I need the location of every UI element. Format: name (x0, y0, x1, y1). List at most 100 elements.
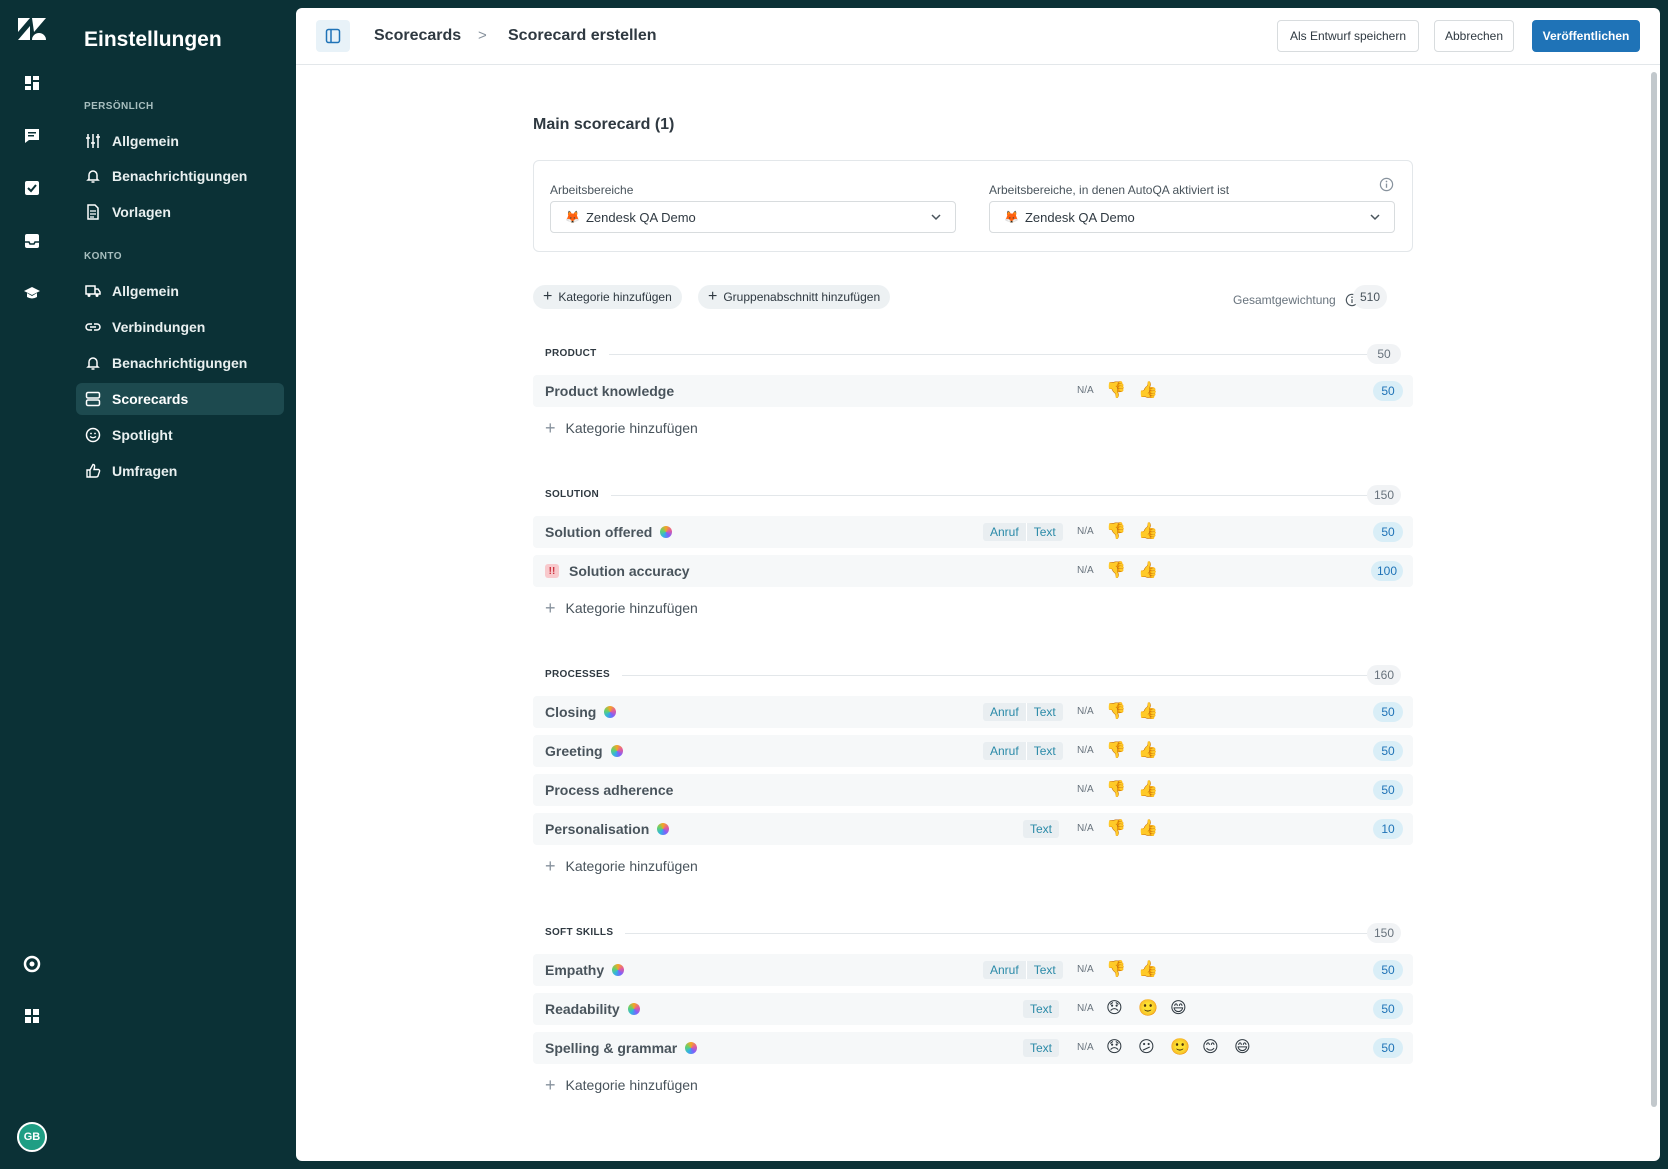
coaching-icon[interactable] (20, 282, 44, 306)
sidebar-item-personal-general[interactable]: Allgemein (76, 125, 284, 157)
happy-face-icon[interactable]: 😄 (1170, 999, 1187, 1017)
category-row[interactable]: Process adherence N/A 👎 👍 50 (533, 774, 1413, 806)
publish-button[interactable]: Veröffentlichen (1532, 20, 1640, 52)
add-category-link[interactable]: + Kategorie hinzufügen (545, 856, 698, 876)
add-category-link[interactable]: + Kategorie hinzufügen (545, 598, 698, 618)
add-category-link[interactable]: + Kategorie hinzufügen (545, 1075, 698, 1095)
autoqa-icon (604, 706, 617, 718)
grin-face-icon[interactable]: 😄 (1234, 1038, 1251, 1056)
category-weight[interactable]: 10 (1373, 819, 1403, 839)
sidebar-item-account-notifications[interactable]: Benachrichtigungen (76, 347, 284, 379)
thumbs-down-icon[interactable]: 👎 (1106, 702, 1126, 720)
na-option[interactable]: N/A (1077, 1003, 1094, 1014)
group-header[interactable]: PRODUCT 50 (533, 344, 1413, 364)
na-option[interactable]: N/A (1077, 706, 1094, 717)
thumbs-down-icon[interactable]: 👎 (1106, 741, 1126, 759)
category-row[interactable]: Empathy Anruf Text N/A 👎 👍 50 (533, 954, 1413, 986)
apps-icon[interactable] (20, 1004, 44, 1028)
category-weight[interactable]: 50 (1373, 780, 1403, 800)
confused-face-icon[interactable]: 😕 (1138, 1038, 1155, 1056)
category-row[interactable]: Closing Anruf Text N/A 👎 👍 50 (533, 696, 1413, 728)
sidebar-item-label: Spotlight (112, 427, 173, 443)
thumbs-down-icon[interactable]: 👎 (1106, 522, 1126, 540)
na-option[interactable]: N/A (1077, 964, 1094, 975)
group-header[interactable]: SOLUTION 150 (533, 485, 1413, 505)
na-option[interactable]: N/A (1077, 823, 1094, 834)
add-category-link[interactable]: + Kategorie hinzufügen (545, 418, 698, 438)
na-option[interactable]: N/A (1077, 745, 1094, 756)
thumbs-up-icon[interactable]: 👍 (1138, 702, 1158, 720)
add-category-button[interactable]: + Kategorie hinzufügen (533, 285, 682, 309)
sidebar-item-spotlight[interactable]: Spotlight (76, 419, 284, 451)
save-draft-button[interactable]: Als Entwurf speichern (1277, 20, 1419, 52)
sidebar-item-scorecards[interactable]: Scorecards (76, 383, 284, 415)
sidebar-item-templates[interactable]: Vorlagen (76, 196, 284, 228)
category-weight[interactable]: 50 (1373, 522, 1403, 542)
category-row[interactable]: Solution offered Anruf Text N/A 👎 👍 50 (533, 516, 1413, 548)
inbox-icon[interactable] (20, 229, 44, 253)
panel-icon (325, 28, 341, 44)
sidebar-toggle-button[interactable] (316, 20, 350, 52)
scrollbar[interactable] (1651, 72, 1657, 1107)
thumbs-up-icon[interactable]: 👍 (1138, 381, 1158, 399)
tag-text: Text (1030, 822, 1053, 836)
sad-face-icon[interactable]: 😞 (1106, 1038, 1123, 1056)
sidebar-item-account-general[interactable]: Allgemein (76, 275, 284, 307)
tag-text: Text (1033, 525, 1056, 539)
na-option[interactable]: N/A (1077, 385, 1094, 396)
conversations-icon[interactable] (20, 124, 44, 148)
category-row[interactable]: Personalisation Text N/A 👎 👍 10 (533, 813, 1413, 845)
info-icon[interactable] (1379, 177, 1394, 197)
thumbs-up-icon[interactable]: 👍 (1138, 780, 1158, 798)
category-weight[interactable]: 50 (1373, 1038, 1403, 1058)
workspaces-select[interactable]: 🦊 Zendesk QA Demo (550, 201, 956, 233)
category-name: Readability (545, 1001, 620, 1017)
thumbs-up-icon[interactable]: 👍 (1138, 522, 1158, 540)
category-row[interactable]: Readability Text N/A 😞 🙂 😄 50 (533, 993, 1413, 1025)
category-weight[interactable]: 50 (1373, 702, 1403, 722)
autoqa-workspaces-select[interactable]: 🦊 Zendesk QA Demo (989, 201, 1395, 233)
sad-face-icon[interactable]: 😞 (1106, 999, 1123, 1017)
scorecard-title[interactable]: Main scorecard (1) (533, 116, 674, 134)
blush-face-icon[interactable]: 😊 (1202, 1038, 1219, 1056)
thumbs-down-icon[interactable]: 👎 (1106, 780, 1126, 798)
avatar[interactable]: GB (17, 1122, 47, 1152)
category-row[interactable]: Product knowledge N/A 👎 👍 50 (533, 375, 1413, 407)
na-option[interactable]: N/A (1077, 565, 1094, 576)
thumbs-down-icon[interactable]: 👎 (1106, 381, 1126, 399)
thumbs-down-icon[interactable]: 👎 (1106, 819, 1126, 837)
breadcrumb-scorecards[interactable]: Scorecards (374, 27, 461, 45)
thumbs-down-icon[interactable]: 👎 (1106, 561, 1126, 579)
na-option[interactable]: N/A (1077, 1042, 1094, 1053)
total-weight-value: 510 (1353, 285, 1387, 309)
thumbs-up-icon[interactable]: 👍 (1138, 819, 1158, 837)
autoqa-icon (627, 1003, 640, 1015)
category-weight[interactable]: 100 (1370, 561, 1403, 581)
category-weight[interactable]: 50 (1373, 999, 1403, 1019)
sidebar-item-connections[interactable]: Verbindungen (76, 311, 284, 343)
na-option[interactable]: N/A (1077, 784, 1094, 795)
na-option[interactable]: N/A (1077, 526, 1094, 537)
dashboard-icon[interactable] (20, 71, 44, 95)
category-row[interactable]: Greeting Anruf Text N/A 👎 👍 50 (533, 735, 1413, 767)
sidebar-item-personal-notifications[interactable]: Benachrichtigungen (76, 160, 284, 192)
category-weight[interactable]: 50 (1373, 960, 1403, 980)
thumbs-up-icon[interactable]: 👍 (1138, 741, 1158, 759)
cancel-button[interactable]: Abbrechen (1434, 20, 1514, 52)
thumbs-up-icon[interactable]: 👍 (1138, 561, 1158, 579)
thumbs-down-icon[interactable]: 👎 (1106, 960, 1126, 978)
tasks-icon[interactable] (20, 176, 44, 200)
help-icon[interactable] (20, 952, 44, 976)
group-header[interactable]: SOFT SKILLS 150 (533, 923, 1413, 943)
category-weight[interactable]: 50 (1373, 741, 1403, 761)
group-header[interactable]: PROCESSES 160 (533, 665, 1413, 685)
zendesk-logo[interactable] (18, 18, 46, 42)
thumbs-up-icon[interactable]: 👍 (1138, 960, 1158, 978)
category-weight[interactable]: 50 (1373, 381, 1403, 401)
category-row[interactable]: Spelling & grammar Text N/A 😞 😕 🙂 😊 😄 50 (533, 1032, 1413, 1064)
smile-face-icon[interactable]: 🙂 (1170, 1038, 1190, 1056)
category-row[interactable]: !! Solution accuracy N/A 👎 👍 100 (533, 555, 1413, 587)
neutral-face-icon[interactable]: 🙂 (1138, 999, 1158, 1017)
add-group-section-button[interactable]: + Gruppenabschnitt hinzufügen (698, 285, 891, 309)
sidebar-item-surveys[interactable]: Umfragen (76, 455, 284, 487)
